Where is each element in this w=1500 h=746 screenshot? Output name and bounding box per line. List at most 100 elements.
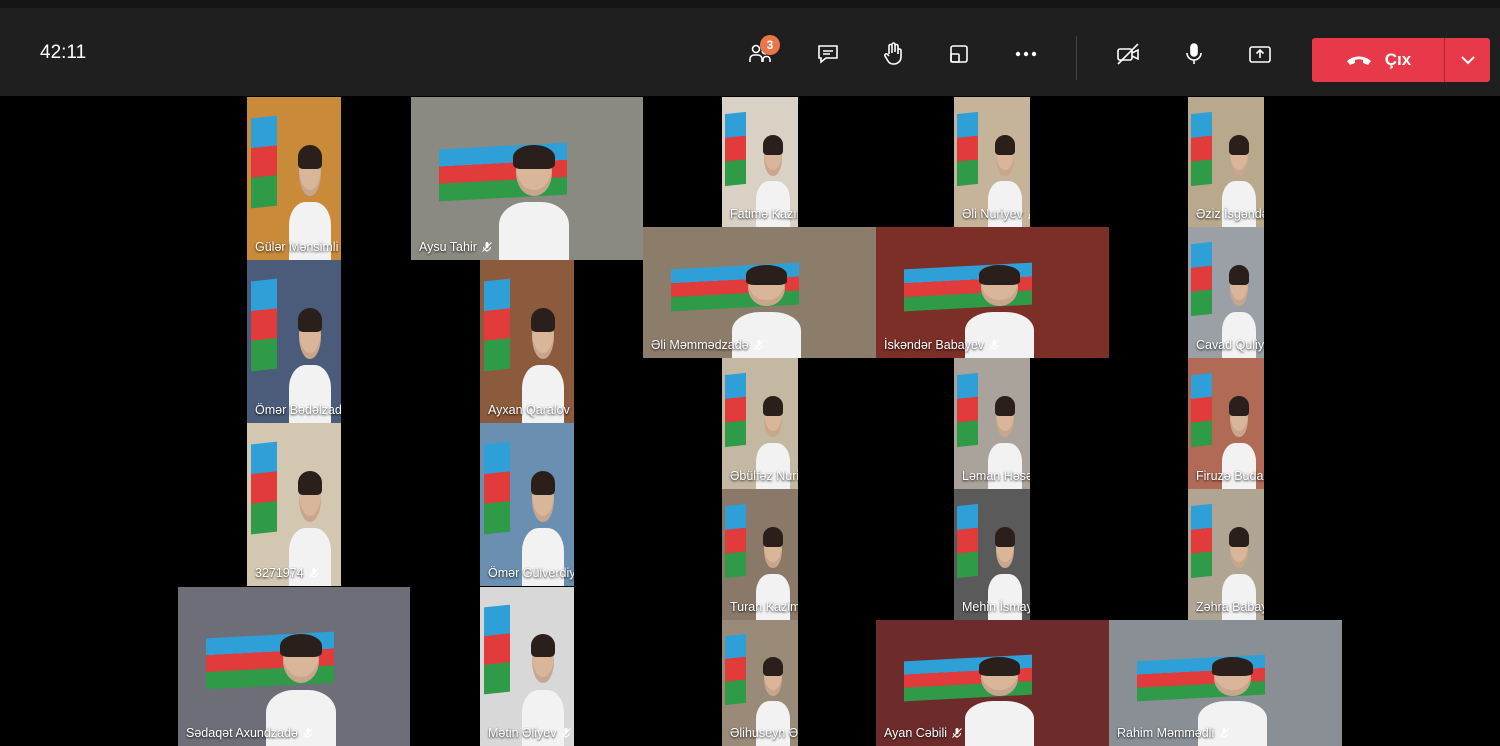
azerbaijan-flag bbox=[250, 441, 278, 534]
leave-label: Çıx bbox=[1384, 50, 1412, 69]
participant-tile[interactable]: Cavad Quliyev bbox=[1188, 227, 1264, 358]
mic-small-icon bbox=[952, 728, 962, 738]
participant-name-text: Ömər Gülverdiyev bbox=[488, 566, 574, 580]
participant-tile[interactable]: Əziz İsgəndərli bbox=[1188, 97, 1264, 227]
participant-tile[interactable]: Əli Məmmədzadə bbox=[643, 227, 876, 358]
camera-off-icon bbox=[1117, 43, 1139, 65]
chat-icon bbox=[818, 45, 838, 64]
azerbaijan-flag bbox=[483, 278, 511, 371]
leave-options-button[interactable] bbox=[1445, 38, 1490, 82]
participant-name: Mehin İsmayıllı bbox=[962, 600, 1030, 614]
participant-tile[interactable]: Gülər Mənsimli bbox=[247, 97, 341, 260]
participant-name-text: Ləman Həsənova bbox=[962, 469, 1030, 483]
participant-tile[interactable]: Sədaqət Axundzadə bbox=[178, 587, 410, 746]
participant-name-text: İskəndər Babayev bbox=[884, 338, 985, 352]
azerbaijan-flag bbox=[957, 503, 979, 578]
participant-tile[interactable]: Rahim Məmmədli bbox=[1109, 620, 1342, 746]
participant-name-text: Zəhra Babayeva bbox=[1196, 600, 1264, 614]
participant-tile[interactable]: Əbülfəz Nuri bbox=[722, 358, 798, 489]
participant-tile[interactable]: İskəndər Babayev bbox=[876, 227, 1109, 358]
azerbaijan-flag bbox=[725, 111, 747, 186]
raise-hand-button[interactable] bbox=[871, 32, 915, 76]
participant-name-text: Mehin İsmayıllı bbox=[962, 600, 1030, 614]
participant-name: Aysu Tahir bbox=[419, 240, 493, 254]
participant-tile[interactable]: Ayan Cəbili bbox=[876, 620, 1109, 746]
camera-toggle-button[interactable] bbox=[1106, 32, 1150, 76]
participant-name-text: Mətin Əliyev bbox=[488, 726, 557, 740]
participant-name: Turan Kazimli bbox=[730, 600, 798, 614]
participant-name-text: Əziz İsgəndərli bbox=[1196, 207, 1264, 221]
participant-name: Əbülfəz Nuri bbox=[730, 469, 798, 483]
participant-name: Ləman Həsənova bbox=[962, 469, 1030, 483]
more-icon bbox=[1015, 51, 1037, 57]
more-button[interactable] bbox=[1004, 32, 1048, 76]
azerbaijan-flag bbox=[1191, 241, 1213, 316]
participant-name: Rahim Məmmədli bbox=[1117, 726, 1230, 740]
participant-name: İskəndər Babayev bbox=[884, 338, 1000, 352]
participant-name: Əli Nuriyev bbox=[962, 207, 1030, 221]
participant-tile[interactable]: Fatimə Kazımzadə bbox=[722, 97, 798, 227]
participants-badge: 3 bbox=[760, 35, 780, 55]
participant-name-text: Əli Nuriyev bbox=[962, 207, 1023, 221]
participant-tile[interactable]: 3271974 bbox=[247, 423, 341, 586]
participant-name-text: Sədaqət Axundzadə bbox=[186, 726, 298, 740]
participants-button[interactable]: 3 bbox=[738, 32, 782, 76]
participant-name: Ömər Gülverdiyev bbox=[488, 566, 574, 580]
mic-small-icon bbox=[1027, 213, 1030, 219]
participant-name-text: Əli Məmmədzadə bbox=[651, 338, 749, 352]
participant-tile[interactable]: Mətin Əliyev bbox=[480, 587, 574, 746]
view-button[interactable] bbox=[937, 32, 981, 76]
participant-tile[interactable]: Ləman Həsənova bbox=[954, 358, 1030, 489]
participant-name: Zəhra Babayeva bbox=[1196, 600, 1264, 614]
participant-name: Ayan Cəbili bbox=[884, 726, 963, 740]
participant-name-text: Aysu Tahir bbox=[419, 240, 477, 254]
microphone-button[interactable] bbox=[1172, 32, 1216, 76]
azerbaijan-flag bbox=[250, 115, 278, 208]
share-screen-button[interactable] bbox=[1238, 32, 1282, 76]
participant-name: Ömər Bədəlzadə bbox=[255, 403, 341, 417]
participant-name: Fatimə Kazımzadə bbox=[730, 207, 798, 221]
mic-small-icon bbox=[303, 728, 313, 738]
chat-button[interactable] bbox=[806, 32, 850, 76]
participant-name-text: Cavad Quliyev bbox=[1196, 338, 1264, 352]
chevron-down-icon bbox=[1460, 56, 1475, 65]
participant-tile[interactable]: Firuzə Budaqlı bbox=[1188, 358, 1264, 489]
participant-tile[interactable]: Əlihuseyn Əmiraslanov bbox=[722, 620, 798, 746]
participant-name: Mətin Əliyev bbox=[488, 726, 572, 740]
participant-name: Gülər Mənsimli bbox=[255, 240, 341, 254]
participant-tile[interactable]: Əli Nuriyev bbox=[954, 97, 1030, 227]
participant-name-text: Əlihuseyn Əmiraslanov bbox=[730, 726, 798, 740]
participant-video bbox=[964, 656, 1035, 746]
participant-tile[interactable]: Turan Kazimli bbox=[722, 489, 798, 620]
participant-tile[interactable]: Ömər Gülverdiyev bbox=[480, 423, 574, 586]
mic-small-icon bbox=[308, 568, 319, 578]
azerbaijan-flag bbox=[1191, 111, 1213, 186]
share-screen-icon bbox=[1249, 46, 1271, 63]
participant-tile[interactable]: Aysu Tahir bbox=[411, 97, 643, 260]
leave-button[interactable]: Çıx bbox=[1312, 38, 1444, 82]
azerbaijan-flag bbox=[725, 372, 747, 447]
phone-hangup-icon bbox=[1346, 56, 1371, 65]
azerbaijan-flag bbox=[1191, 503, 1213, 578]
participant-name: Əlihuseyn Əmiraslanov bbox=[730, 726, 798, 740]
mic-small-icon bbox=[753, 340, 764, 350]
video-gallery: Gülər Mənsimli Aysu Tahir Fatimə Kazımzadə… bbox=[0, 96, 1500, 746]
azerbaijan-flag bbox=[483, 604, 511, 695]
participant-name-text: Rahim Məmmədli bbox=[1117, 726, 1215, 740]
participant-name-text: Əbülfəz Nuri bbox=[730, 469, 798, 483]
toolbar-divider bbox=[1076, 36, 1077, 80]
participant-name-text: Turan Kazimli bbox=[730, 600, 798, 614]
mic-small-icon bbox=[561, 728, 572, 738]
meeting-timer: 42:11 bbox=[40, 42, 87, 63]
participant-tile[interactable]: Mehin İsmayıllı bbox=[954, 489, 1030, 620]
mic-small-icon bbox=[989, 340, 999, 350]
meeting-toolbar: 42:11 3 Çıx bbox=[0, 0, 1500, 96]
participant-name-text: Firuzə Budaqlı bbox=[1196, 469, 1264, 483]
azerbaijan-flag bbox=[483, 441, 511, 534]
participant-tile[interactable]: Ömər Bədəlzadə bbox=[247, 260, 341, 423]
mic-small-icon bbox=[1219, 728, 1230, 738]
participant-tile[interactable]: Ayxan Qaralov bbox=[480, 260, 574, 423]
participant-name: Sədaqət Axundzadə bbox=[186, 726, 314, 740]
participant-name: Əziz İsgəndərli bbox=[1196, 207, 1264, 221]
participant-tile[interactable]: Zəhra Babayeva bbox=[1188, 489, 1264, 620]
